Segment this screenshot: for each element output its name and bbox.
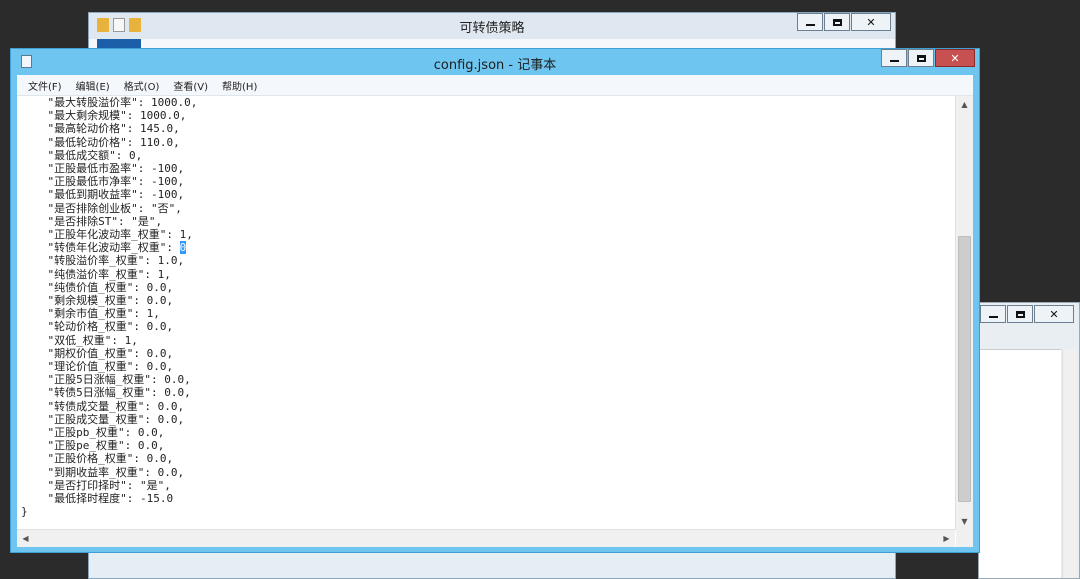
scroll-down-arrow-icon[interactable]: ▼	[956, 513, 973, 530]
explorer-title: 可转债策略	[459, 21, 525, 36]
scroll-up-arrow-icon[interactable]: ▲	[956, 96, 973, 113]
notepad-titlebar[interactable]: config.json - 记事本 ✕	[17, 49, 975, 75]
text-lines-after: "转股溢价率_权重": 1.0, "纯债溢价率_权重": 1, "纯债价值_权重…	[21, 254, 191, 519]
text-line-cursor-prefix: "转债年化波动率_权重":	[21, 241, 180, 255]
minimize-button[interactable]	[881, 49, 907, 67]
menu-format[interactable]: 格式(O)	[117, 76, 167, 95]
scroll-right-arrow-icon[interactable]: ▶	[938, 530, 955, 547]
menu-help[interactable]: 帮助(H)	[215, 76, 264, 95]
close-button[interactable]: ✕	[935, 49, 975, 67]
maximize-icon	[1015, 310, 1025, 318]
text-content[interactable]: "最大转股溢价率": 1000.0, "最大剩余规模": 1000.0, "最高…	[21, 96, 955, 519]
maximize-icon	[832, 18, 842, 26]
minimize-icon	[805, 24, 815, 26]
explorer-maximize-button[interactable]	[824, 13, 850, 31]
explorer-window-controls: ✕	[796, 13, 891, 31]
text-lines-before: "最大转股溢价率": 1000.0, "最大剩余规模": 1000.0, "最高…	[47, 96, 198, 228]
side-minimize-button[interactable]	[980, 305, 1006, 323]
text-area[interactable]: "最大转股溢价率": 1000.0, "最大剩余规模": 1000.0, "最高…	[17, 96, 955, 530]
explorer-minimize-button[interactable]	[797, 13, 823, 31]
minimize-icon	[889, 60, 899, 62]
maximize-icon	[916, 54, 926, 62]
explorer-titlebar: 可转债策略 ✕	[89, 13, 895, 39]
notepad-title: config.json - 记事本	[433, 58, 557, 73]
scroll-left-arrow-icon[interactable]: ◀	[17, 530, 34, 547]
menu-edit[interactable]: 编辑(E)	[69, 76, 117, 95]
horizontal-scrollbar[interactable]: ◀ ▶	[17, 529, 955, 547]
side-window-pane	[979, 349, 1061, 578]
explorer-close-button[interactable]: ✕	[851, 13, 891, 31]
notepad-window: config.json - 记事本 ✕ 文件(F) 编辑(E) 格式(O) 查看…	[10, 48, 980, 553]
vertical-scrollbar[interactable]: ▲ ▼	[955, 96, 973, 530]
notepad-window-controls: ✕	[880, 49, 975, 67]
scrollbar-corner	[956, 530, 973, 547]
text-selection[interactable]: 0	[179, 241, 187, 255]
scroll-thumb[interactable]	[958, 236, 971, 502]
menu-file[interactable]: 文件(F)	[21, 76, 69, 95]
editor: "最大转股溢价率": 1000.0, "最大剩余规模": 1000.0, "最高…	[17, 96, 973, 547]
side-window-scrollbar[interactable]	[1062, 349, 1077, 578]
menu-bar: 文件(F) 编辑(E) 格式(O) 查看(V) 帮助(H)	[17, 75, 973, 96]
side-close-button[interactable]: ✕	[1034, 305, 1074, 323]
side-window: ✕	[978, 302, 1080, 579]
maximize-button[interactable]	[908, 49, 934, 67]
side-window-controls: ✕	[979, 305, 1074, 323]
menu-view[interactable]: 查看(V)	[166, 76, 215, 95]
side-maximize-button[interactable]	[1007, 305, 1033, 323]
minimize-icon	[988, 316, 998, 318]
text-line: "正股年化波动率_权重": 1,	[21, 228, 193, 242]
